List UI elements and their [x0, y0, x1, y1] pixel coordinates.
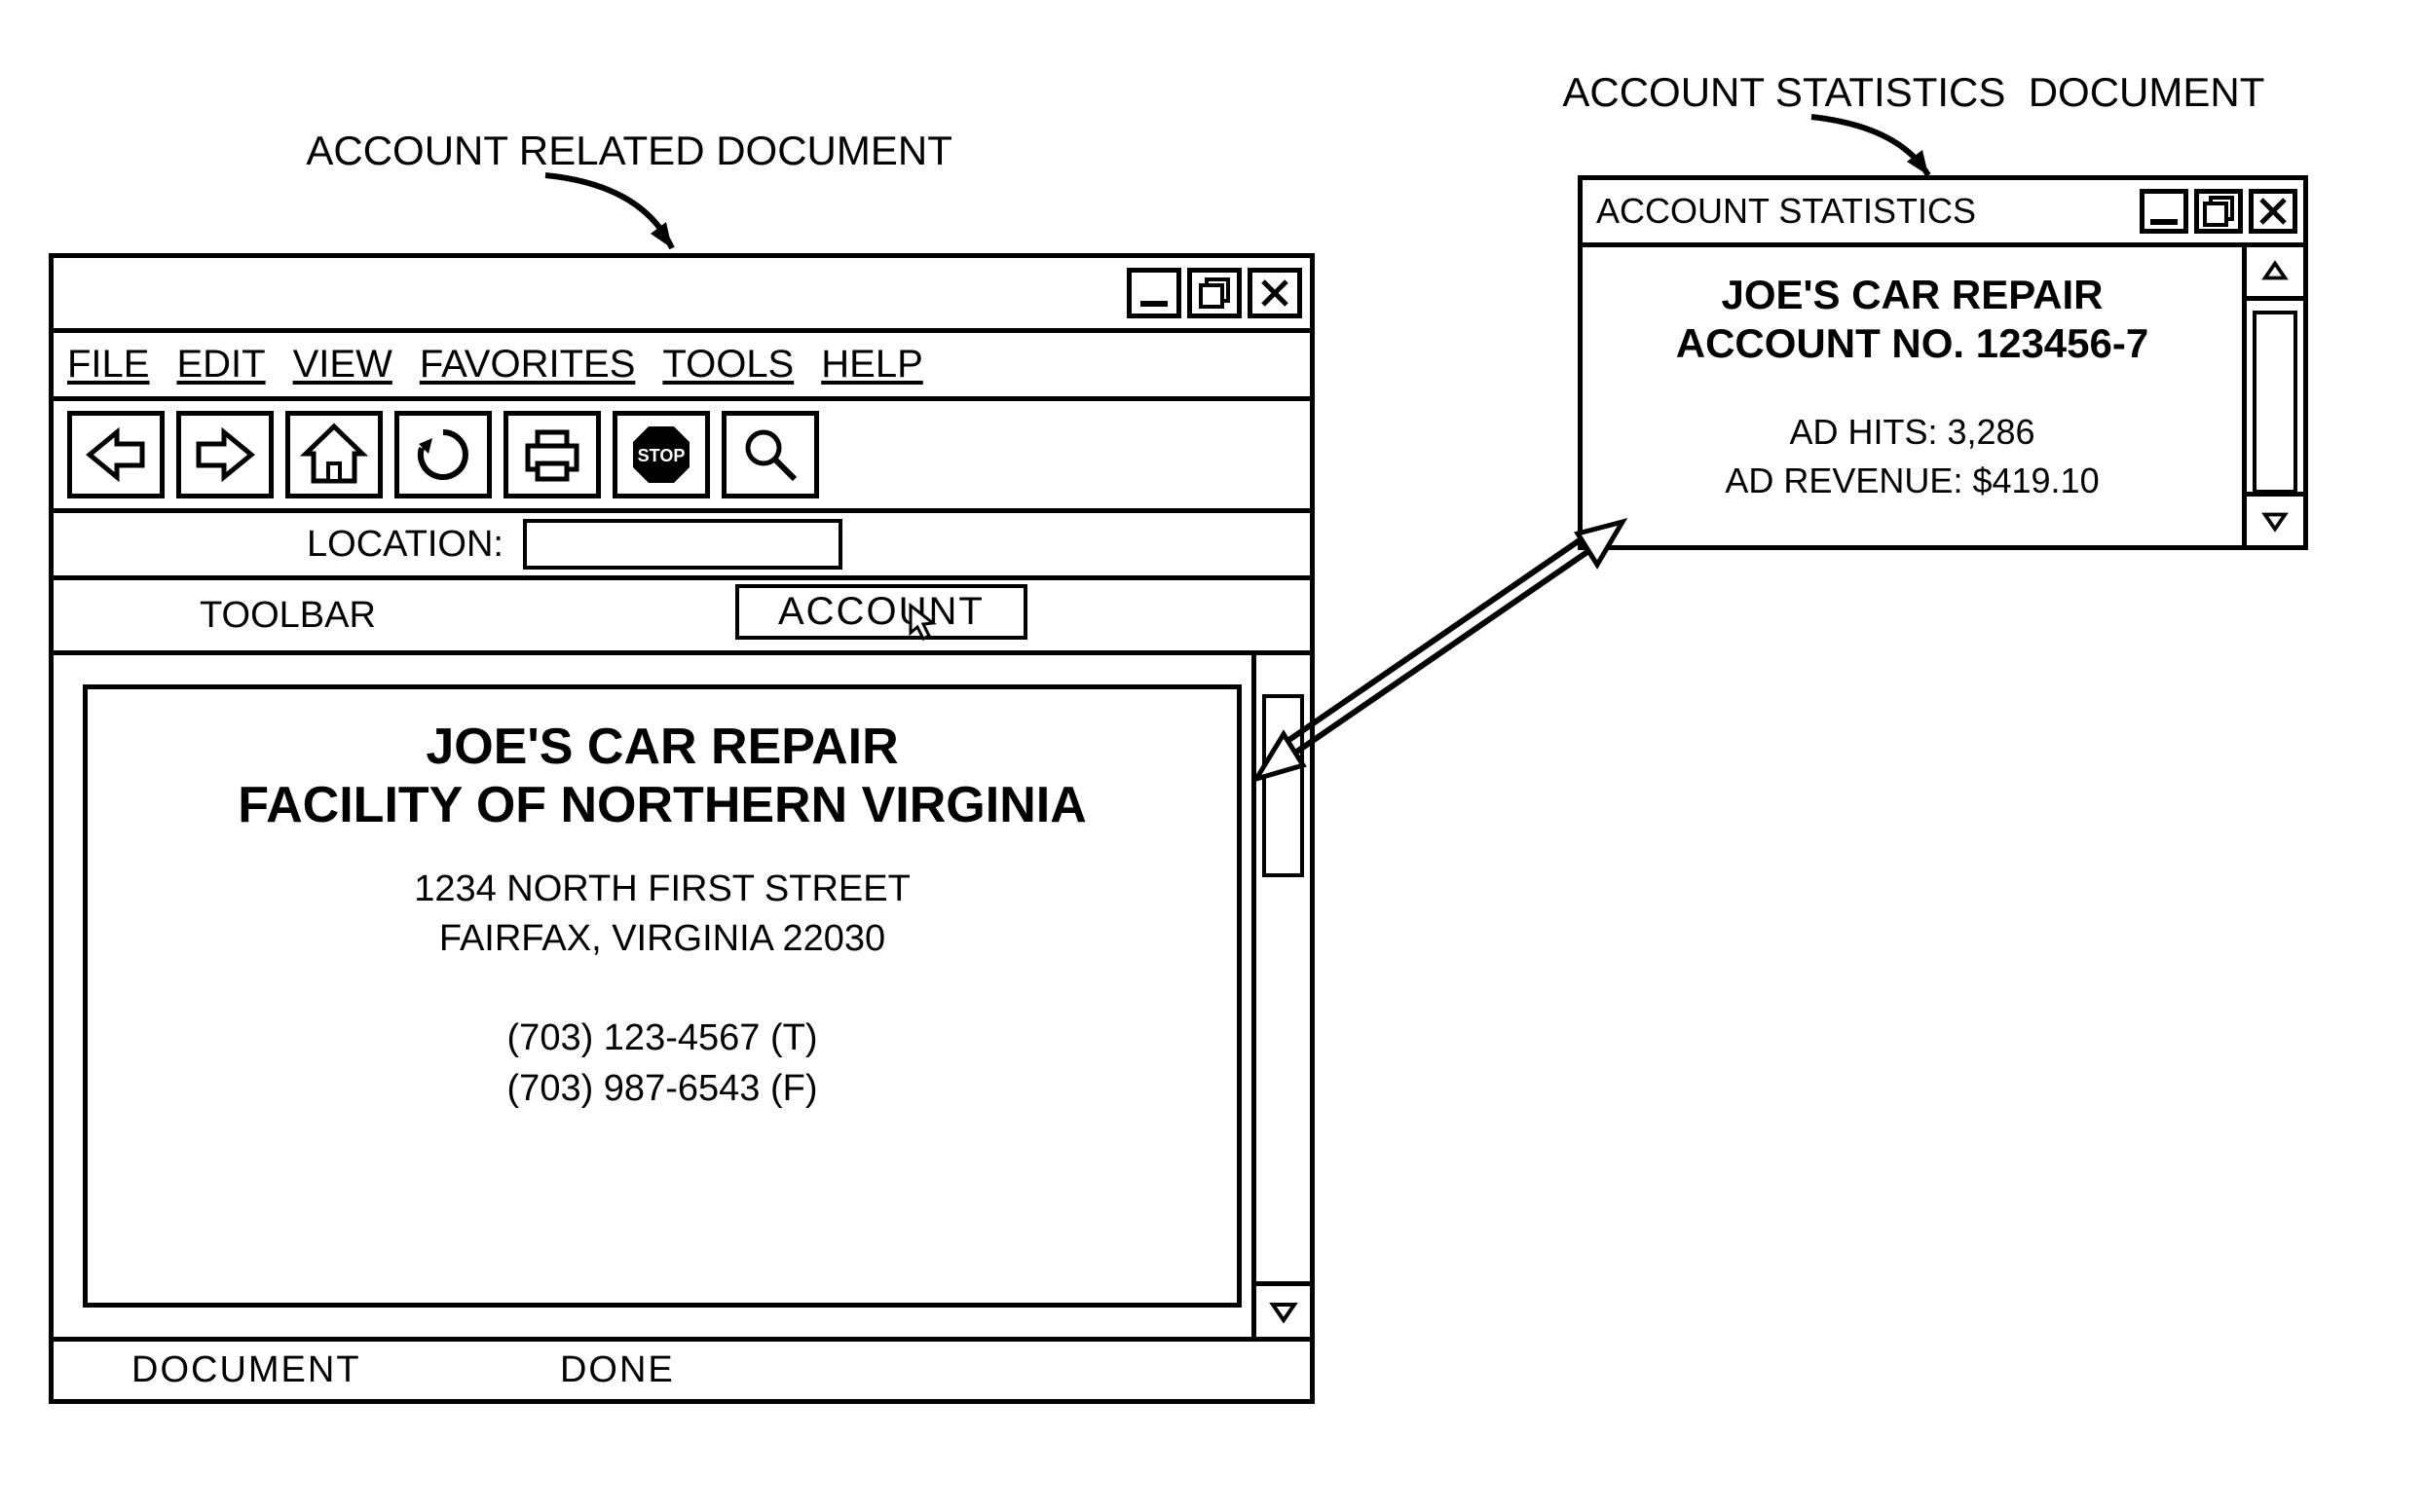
stats-ad-hits-label: AD HITS:: [1789, 412, 1937, 452]
page-phone-t: (703) 123-4567 (T): [107, 1014, 1217, 1063]
stats-scrollbar[interactable]: [2242, 247, 2303, 545]
stats-scrollbar-thumb[interactable]: [2253, 311, 2297, 494]
home-button[interactable]: [285, 411, 383, 498]
back-icon: [82, 421, 150, 489]
scrollbar-thumb[interactable]: [1262, 694, 1304, 877]
maximize-button[interactable]: [1187, 268, 1242, 318]
stats-heading: JOE'S CAR REPAIR ACCOUNT NO. 123456-7: [1592, 271, 2232, 369]
location-input[interactable]: [523, 519, 842, 570]
account-button[interactable]: ACCOUNT: [735, 584, 1027, 640]
stop-button[interactable]: STOP: [613, 411, 710, 498]
stats-ad-hits-row: AD HITS: 3,286: [1592, 408, 2232, 457]
toolbar-row: TOOLBAR ACCOUNT: [54, 580, 1310, 655]
page-title-line1: JOE'S CAR REPAIR: [426, 719, 898, 775]
maximize-icon: [2201, 194, 2236, 229]
search-icon: [736, 421, 804, 489]
stats-values: AD HITS: 3,286 AD REVENUE: $419.10: [1592, 408, 2232, 506]
close-icon: [1257, 276, 1292, 311]
page-panel: JOE'S CAR REPAIR FACILITY OF NORTHERN VI…: [83, 684, 1242, 1308]
stats-ad-revenue-row: AD REVENUE: $419.10: [1592, 457, 2232, 505]
menu-tools[interactable]: TOOLS: [662, 343, 794, 387]
scrollbar-vertical[interactable]: [1251, 655, 1310, 1337]
stats-body-wrap: JOE'S CAR REPAIR ACCOUNT NO. 123456-7 AD…: [1583, 247, 2303, 545]
titlebar: [54, 258, 1310, 333]
menu-edit[interactable]: EDIT: [176, 343, 265, 387]
page-title-line2: FACILITY OF NORTHERN VIRGINIA: [238, 777, 1087, 833]
forward-icon: [191, 421, 259, 489]
maximize-icon: [1197, 276, 1232, 311]
stop-icon-label: STOP: [638, 446, 686, 465]
forward-button[interactable]: [176, 411, 274, 498]
stats-maximize-button[interactable]: [2194, 189, 2243, 234]
stats-minimize-button[interactable]: [2140, 189, 2188, 234]
stats-scroll-up-button[interactable]: [2247, 247, 2303, 301]
reload-button[interactable]: [394, 411, 492, 498]
page-address-line1: 1234 NORTH FIRST STREET: [107, 865, 1217, 914]
stats-close-button[interactable]: [2249, 189, 2297, 234]
location-label: LOCATION:: [307, 524, 503, 566]
minimize-icon: [2146, 194, 2182, 229]
menu-file[interactable]: FILE: [67, 343, 149, 387]
toolbar-icons: STOP: [54, 401, 1310, 513]
scroll-down-button[interactable]: [1256, 1281, 1310, 1337]
page-title: JOE'S CAR REPAIR FACILITY OF NORTHERN VI…: [107, 719, 1217, 835]
back-button[interactable]: [67, 411, 165, 498]
stats-ad-revenue-label: AD REVENUE:: [1725, 461, 1962, 500]
menubar: FILE EDIT VIEW FAVORITES TOOLS HELP: [54, 333, 1310, 401]
close-button[interactable]: [1248, 268, 1302, 318]
close-icon: [2256, 194, 2291, 229]
toolbar-label: TOOLBAR: [200, 595, 376, 637]
search-button[interactable]: [722, 411, 819, 498]
stats-scroll-down-button[interactable]: [2247, 492, 2303, 545]
home-icon: [300, 421, 368, 489]
stats-ad-revenue-value: $419.10: [1972, 461, 2099, 500]
stats-heading-line1: JOE'S CAR REPAIR: [1722, 272, 2104, 317]
callout-stats-text: ACCOUNT STATISTICS DOCUMENT: [1562, 69, 2264, 115]
stats-window-title: ACCOUNT STATISTICS: [1596, 191, 2134, 232]
status-document: DOCUMENT: [131, 1349, 360, 1390]
page-phone-f: (703) 987-6543 (F): [107, 1064, 1217, 1114]
page-body: 1234 NORTH FIRST STREET FAIRFAX, VIRGINI…: [107, 865, 1217, 1114]
stop-icon: STOP: [627, 421, 695, 489]
menu-help[interactable]: HELP: [821, 343, 923, 387]
chevron-up-icon: [2261, 258, 2289, 285]
scrollbar-track[interactable]: [1256, 655, 1310, 1281]
stats-body: JOE'S CAR REPAIR ACCOUNT NO. 123456-7 AD…: [1583, 247, 2242, 545]
status-done: DONE: [560, 1349, 675, 1390]
stats-ad-hits-value: 3,286: [1947, 412, 2034, 452]
minimize-button[interactable]: [1127, 268, 1181, 318]
reload-icon: [409, 421, 477, 489]
location-row: LOCATION:: [54, 513, 1310, 580]
stats-window: ACCOUNT STATISTICS: [1578, 175, 2308, 550]
menu-view[interactable]: VIEW: [293, 343, 392, 387]
callout-main-text: ACCOUNT RELATED DOCUMENT: [306, 128, 952, 173]
menu-favorites[interactable]: FAVORITES: [420, 343, 636, 387]
page-address-line2: FAIRFAX, VIRGINIA 22030: [107, 914, 1217, 964]
minimize-icon: [1137, 276, 1172, 311]
chevron-down-icon: [2261, 507, 2289, 535]
statusbar: DOCUMENT DONE: [54, 1337, 1310, 1399]
chevron-down-icon: [1269, 1297, 1298, 1326]
print-button[interactable]: [503, 411, 601, 498]
print-icon: [518, 421, 586, 489]
browser-window: FILE EDIT VIEW FAVORITES TOOLS HELP: [49, 253, 1315, 1404]
content-area: JOE'S CAR REPAIR FACILITY OF NORTHERN VI…: [54, 655, 1310, 1337]
stats-titlebar: ACCOUNT STATISTICS: [1583, 180, 2303, 247]
stats-heading-line2: ACCOUNT NO. 123456-7: [1676, 320, 2148, 366]
stats-scrollbar-track[interactable]: [2247, 301, 2303, 492]
